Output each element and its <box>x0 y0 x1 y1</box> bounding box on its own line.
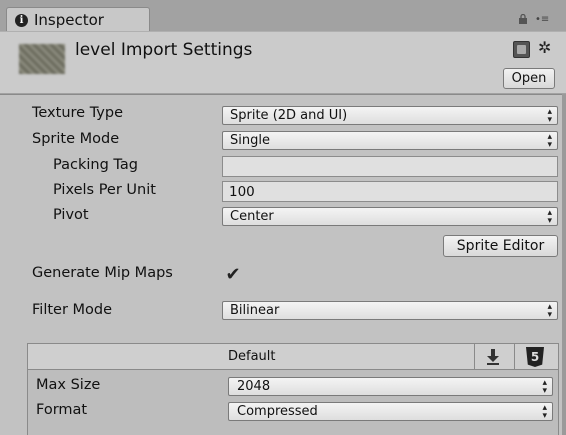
filter-mode-dropdown[interactable]: Bilinear ▴ ▾ <box>222 301 558 320</box>
generate-mip-maps-checkbox[interactable]: ✔ <box>223 263 243 285</box>
pixels-per-unit-label: Pixels Per Unit <box>53 182 156 198</box>
tab-bar: i Inspector •≡ <box>0 0 566 32</box>
max-size-value: 2048 <box>237 379 271 394</box>
sprite-editor-button[interactable]: Sprite Editor <box>443 235 558 257</box>
max-size-dropdown[interactable]: 2048 ▴ ▾ <box>228 377 553 396</box>
texture-type-value: Sprite (2D and UI) <box>230 108 348 123</box>
packing-tag-label: Packing Tag <box>53 157 138 173</box>
filter-mode-value: Bilinear <box>230 303 280 318</box>
context-menu-icon[interactable]: •≡ <box>535 14 549 25</box>
sprite-mode-label: Sprite Mode <box>32 131 120 147</box>
dropdown-arrow-icon: ▴ ▾ <box>547 132 552 150</box>
generate-mip-maps-label: Generate Mip Maps <box>32 265 173 281</box>
format-value: Compressed <box>237 404 318 419</box>
divider <box>514 344 515 370</box>
format-dropdown[interactable]: Compressed ▴ ▾ <box>228 402 553 421</box>
scrollbar-track[interactable] <box>562 94 566 435</box>
checkmark-icon: ✔ <box>225 263 241 285</box>
format-label: Format <box>36 402 88 418</box>
dropdown-arrow-icon: ▴ ▾ <box>542 403 547 421</box>
sprite-mode-value: Single <box>230 133 270 148</box>
max-size-label: Max Size <box>36 377 101 393</box>
texture-type-dropdown[interactable]: Sprite (2D and UI) ▴ ▾ <box>222 106 558 125</box>
info-icon: i <box>15 13 28 27</box>
packing-tag-field[interactable] <box>222 156 558 177</box>
platform-settings-panel: Default 5 Max Size 2048 ▴ ▾ Format Compre… <box>27 343 559 435</box>
lock-icon[interactable] <box>518 14 528 24</box>
sprite-mode-dropdown[interactable]: Single ▴ ▾ <box>222 131 558 150</box>
gear-icon[interactable]: ✲ <box>538 38 551 57</box>
pivot-value: Center <box>230 209 274 224</box>
tab-title: Inspector <box>34 11 104 29</box>
tab-default[interactable]: Default <box>228 349 276 364</box>
platform-tabs: Default 5 <box>28 344 558 370</box>
dropdown-arrow-icon: ▴ ▾ <box>542 378 547 396</box>
asset-thumbnail <box>19 44 65 74</box>
page-title: level Import Settings <box>75 40 253 60</box>
divider <box>474 344 475 370</box>
dropdown-arrow-icon: ▴ ▾ <box>547 302 552 320</box>
filter-mode-label: Filter Mode <box>32 302 113 318</box>
dropdown-arrow-icon: ▴ ▾ <box>547 107 552 125</box>
help-book-icon[interactable] <box>513 41 530 58</box>
download-icon[interactable] <box>486 349 500 365</box>
asset-header: level Import Settings ✲ Open <box>0 31 566 93</box>
html5-icon[interactable]: 5 <box>526 347 544 367</box>
pivot-dropdown[interactable]: Center ▴ ▾ <box>222 207 558 226</box>
open-button[interactable]: Open <box>503 68 555 89</box>
tab-inspector[interactable]: i Inspector <box>6 7 150 32</box>
dropdown-arrow-icon: ▴ ▾ <box>547 208 552 226</box>
import-settings-body: Texture Type Sprite (2D and UI) ▴ ▾ Sprit… <box>0 94 566 435</box>
pixels-per-unit-field[interactable]: 100 <box>222 181 558 202</box>
texture-type-label: Texture Type <box>32 105 123 121</box>
pivot-label: Pivot <box>53 207 89 223</box>
